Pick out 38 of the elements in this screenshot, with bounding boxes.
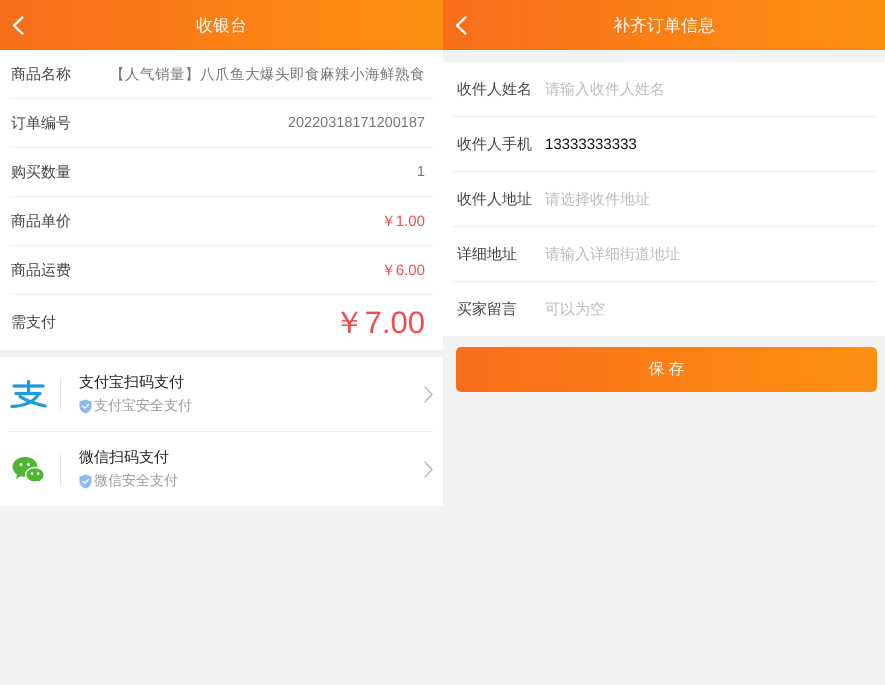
alipay-logo-icon [10, 380, 46, 408]
row-label: 需支付 [11, 313, 56, 332]
row-value: 1 [416, 164, 425, 180]
field-label: 收件人地址 [457, 190, 533, 208]
price-value: ￥1.00 [380, 212, 425, 230]
payment-note: 支付宝安全支付 [94, 397, 192, 415]
payment-note: 微信安全支付 [94, 472, 178, 490]
chevron-right-icon [424, 386, 433, 402]
row-value: 【人气销量】八爪鱼大爆头即食麻辣小海鲜熟食 [110, 66, 425, 84]
page-title: 补齐订单信息 [613, 14, 715, 36]
input-field[interactable]: 13333333333 [545, 133, 877, 155]
row-value: 20220318171200187 [288, 115, 425, 131]
payment-name: 微信扫码支付 [79, 448, 170, 467]
row-label: 商品单价 [11, 212, 71, 230]
field-label: 收件人手机 [457, 134, 533, 154]
chat-bubbles-icon [12, 456, 44, 482]
shield-check-icon [79, 474, 92, 488]
row-label: 订单编号 [11, 114, 71, 132]
input-field[interactable]: 请输入详细街道地址 [545, 243, 877, 265]
row-label: 商品名称 [11, 64, 71, 84]
input-field[interactable]: 请选择收件地址 [545, 188, 877, 210]
field-label: 收件人姓名 [457, 80, 533, 98]
field-label: 买家留言 [457, 300, 518, 318]
shield-check-icon [79, 398, 92, 414]
payment-name: 支付宝扫码支付 [79, 373, 185, 392]
input-field[interactable]: 可以为空 [545, 298, 877, 320]
back-icon[interactable] [12, 16, 24, 34]
row-label: 购买数量 [11, 162, 71, 182]
row-label: 商品运费 [11, 260, 71, 280]
payment-option[interactable]: 微信扫码支付 微信安全支付 [8, 432, 433, 506]
input-field[interactable]: 请输入收件人姓名 [545, 78, 877, 100]
field-label: 详细地址 [457, 244, 518, 264]
payment-option[interactable]: 支付宝扫码支付 支付宝安全支付 [8, 357, 433, 432]
total-price: ￥7.00 [334, 304, 425, 342]
price-value: ￥6.00 [380, 260, 425, 280]
back-icon[interactable] [455, 16, 467, 34]
chevron-right-icon [424, 460, 433, 478]
page-title: 收银台 [196, 14, 247, 36]
